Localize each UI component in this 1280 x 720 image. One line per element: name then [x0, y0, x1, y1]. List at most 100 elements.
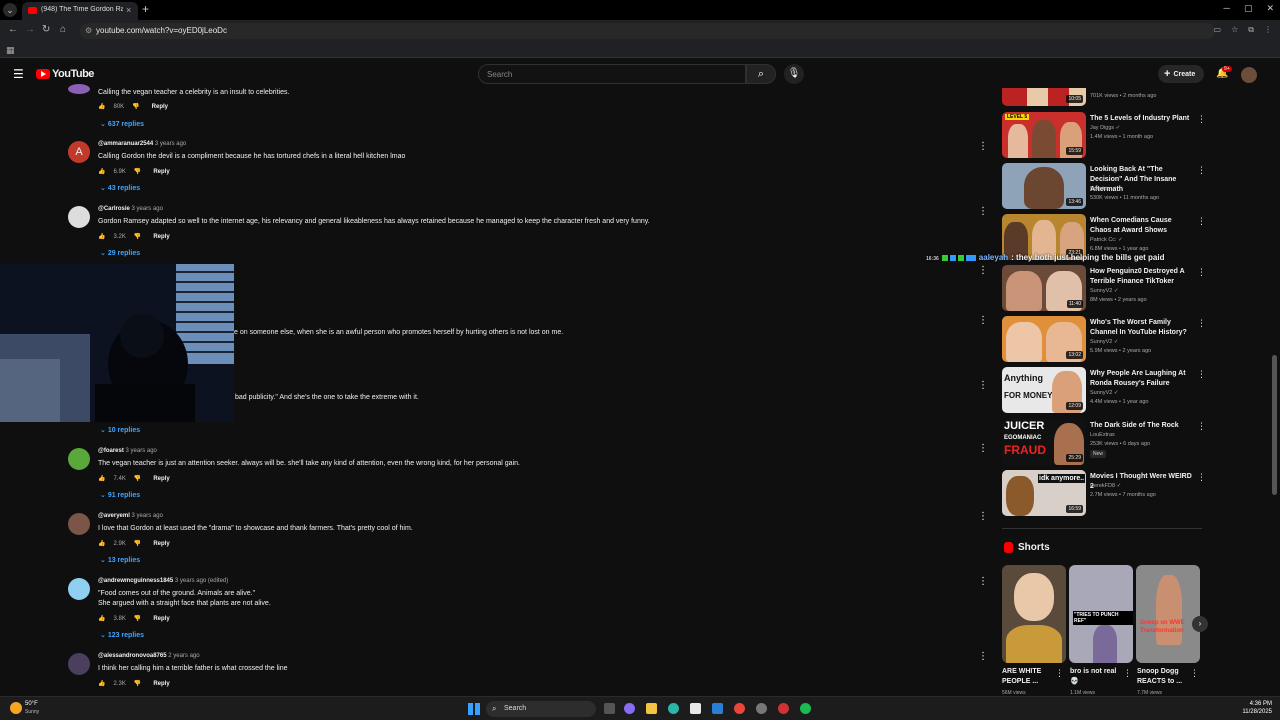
comment-time[interactable]: 3 years ago [132, 206, 163, 212]
comment-username[interactable]: @averyeml [98, 513, 130, 519]
recommended-video[interactable]: 11:40 How Penguinz0 Destroyed A Terrible… [1002, 265, 1206, 311]
short-thumbnail[interactable]: "TRIES TO PUNCH REF" [1069, 565, 1133, 663]
view-replies-button[interactable]: ⌄ 91 replies [100, 491, 140, 499]
comment-username[interactable]: @ammaranuar2544 [98, 141, 153, 147]
copilot-icon[interactable] [624, 703, 635, 714]
comment-avatar[interactable] [68, 448, 90, 470]
windows-start-icon[interactable] [468, 703, 480, 715]
like-icon[interactable]: 👍 [98, 680, 105, 687]
home-icon[interactable]: ⌂ [60, 24, 66, 35]
back-icon[interactable]: ← [8, 24, 18, 35]
video-more-icon[interactable]: ⋮ [1197, 421, 1206, 432]
channel-name[interactable]: Patrick Cc: ✓ [1090, 236, 1123, 244]
short-more-icon[interactable]: ⋮ [1055, 668, 1064, 679]
reply-button[interactable]: Reply [153, 681, 169, 687]
comment-avatar[interactable]: A [68, 141, 90, 163]
reply-button[interactable]: Reply [153, 476, 169, 482]
channel-name[interactable]: SunnyV2 ✓ [1090, 389, 1118, 397]
comment-time[interactable]: 3 years ago (edited) [175, 578, 228, 584]
video-title[interactable]: The Dark Side of The Rock [1090, 421, 1194, 431]
spotify-icon[interactable] [800, 703, 811, 714]
video-more-icon[interactable]: ⋮ [1197, 369, 1206, 380]
video-thumbnail[interactable]: LEVEL 5 15:59 [1002, 112, 1086, 158]
comment-username[interactable]: @Carlrosie [98, 206, 130, 212]
video-thumbnail[interactable]: 13:46 [1002, 163, 1086, 209]
comment-time[interactable]: 3 years ago [155, 141, 186, 147]
app-icon[interactable] [778, 703, 789, 714]
comment-more-icon[interactable]: ⋮ [978, 651, 988, 662]
reply-button[interactable]: Reply [152, 104, 168, 110]
video-thumbnail[interactable]: idk anymore.. 16:59 [1002, 470, 1086, 516]
comment-more-icon[interactable]: ⋮ [978, 315, 988, 326]
voice-search-button[interactable]: 🎙 [784, 64, 804, 84]
view-replies-button[interactable]: ⌄ 13 replies [100, 556, 140, 564]
comment-more-icon[interactable]: ⋮ [978, 443, 988, 454]
channel-name[interactable]: Nonstop ✓ [1090, 185, 1117, 193]
youtube-logo-text[interactable]: YouTube [52, 68, 94, 80]
maximize-icon[interactable]: ▢ [1244, 3, 1253, 14]
edge-icon[interactable] [668, 703, 679, 714]
video-title[interactable]: When Comedians Cause Chaos at Award Show… [1090, 216, 1194, 236]
search-input[interactable]: Search [478, 64, 746, 84]
view-replies-button[interactable]: ⌄ 43 replies [100, 184, 140, 192]
page-scrollbar[interactable] [1272, 355, 1277, 495]
comment-more-icon[interactable]: ⋮ [978, 206, 988, 217]
comment-avatar[interactable] [68, 653, 90, 675]
short-thumbnail[interactable]: Snoop on WWE Transformation [1136, 565, 1200, 663]
cast-icon[interactable]: ▭ [1214, 25, 1222, 35]
tab-close-icon[interactable]: × [126, 5, 131, 15]
short-thumbnail[interactable] [1002, 565, 1066, 663]
video-thumbnail[interactable]: 10:05 [1002, 88, 1086, 106]
new-tab-button[interactable]: + [142, 2, 149, 16]
like-icon[interactable]: 👍 [98, 233, 105, 240]
hamburger-menu-icon[interactable]: ☰ [13, 67, 24, 81]
store-icon[interactable] [690, 703, 701, 714]
url-text[interactable]: youtube.com/watch?v=oyED0jLeoDc [96, 26, 227, 35]
comment-time[interactable]: 3 years ago [132, 513, 163, 519]
comment-more-icon[interactable]: ⋮ [978, 511, 988, 522]
create-button[interactable]: + Create [1158, 65, 1204, 83]
recommended-video[interactable]: LEVEL 5 15:59 The 5 Levels of Industry P… [1002, 112, 1206, 158]
recommended-video[interactable]: 10:05 701K views • 2 months ago [1002, 88, 1202, 106]
channel-name[interactable]: SunnyV2 ✓ [1090, 287, 1118, 295]
comment-more-icon[interactable]: ⋮ [978, 265, 988, 276]
file-explorer-icon[interactable] [646, 703, 657, 714]
mail-icon[interactable] [712, 703, 723, 714]
video-thumbnail[interactable]: 11:40 [1002, 265, 1086, 311]
apps-grid-icon[interactable]: ▦ [6, 45, 15, 56]
video-title[interactable]: The 5 Levels of Industry Plant [1090, 114, 1194, 124]
chrome-icon[interactable] [734, 703, 745, 714]
video-thumbnail[interactable]: JUICER EGOMANIAC FRAUD 25:29 [1002, 419, 1086, 465]
clock-date[interactable]: 11/28/2025 [1230, 709, 1272, 715]
site-info-icon[interactable]: ⚙ [85, 26, 92, 35]
tab-search-icon[interactable]: ⌄ [3, 3, 17, 17]
reply-button[interactable]: Reply [153, 169, 169, 175]
browser-menu-icon[interactable]: ⋮ [1264, 25, 1272, 35]
channel-name[interactable]: Jay Diggs ✓ [1090, 124, 1120, 132]
dislike-icon[interactable]: 👎 [134, 168, 141, 175]
channel-name[interactable]: LouExtras [1090, 431, 1115, 439]
weather-sun-icon[interactable] [10, 702, 22, 714]
short-title[interactable]: Snoop Dogg REACTS to ... [1137, 667, 1189, 687]
recommended-video[interactable]: 13:02 Who's The Worst Family Channel In … [1002, 316, 1206, 362]
comment-username[interactable]: @foarest [98, 448, 124, 454]
comment-avatar[interactable] [68, 578, 90, 600]
forward-icon[interactable]: → [25, 24, 35, 35]
like-icon[interactable]: 👍 [98, 615, 105, 622]
video-more-icon[interactable]: ⋮ [1197, 216, 1206, 227]
weather-temperature[interactable]: 50°F [25, 701, 38, 707]
clock-time[interactable]: 4:36 PM [1238, 701, 1272, 707]
recommended-video[interactable]: 13:46 Looking Back At "The Decision" And… [1002, 163, 1206, 209]
comment-username[interactable]: @andrewmcguinness1845 [98, 578, 173, 584]
view-replies-button[interactable]: ⌄ 123 replies [100, 631, 144, 639]
video-title[interactable]: Who's The Worst Family Channel In YouTub… [1090, 318, 1194, 338]
video-thumbnail[interactable]: 13:02 [1002, 316, 1086, 362]
browser-tab[interactable]: (948) The Time Gordon Ramsay × [22, 2, 138, 20]
dislike-icon[interactable]: 👎 [134, 680, 141, 687]
reply-button[interactable]: Reply [153, 541, 169, 547]
short-title[interactable]: bro is not real 💀 [1070, 667, 1122, 687]
channel-name[interactable]: SunnyV2 ✓ [1090, 338, 1118, 346]
search-button[interactable]: ⌕ [746, 64, 776, 84]
like-icon[interactable]: 👍 [98, 540, 105, 547]
close-window-icon[interactable]: ✕ [1266, 3, 1274, 14]
